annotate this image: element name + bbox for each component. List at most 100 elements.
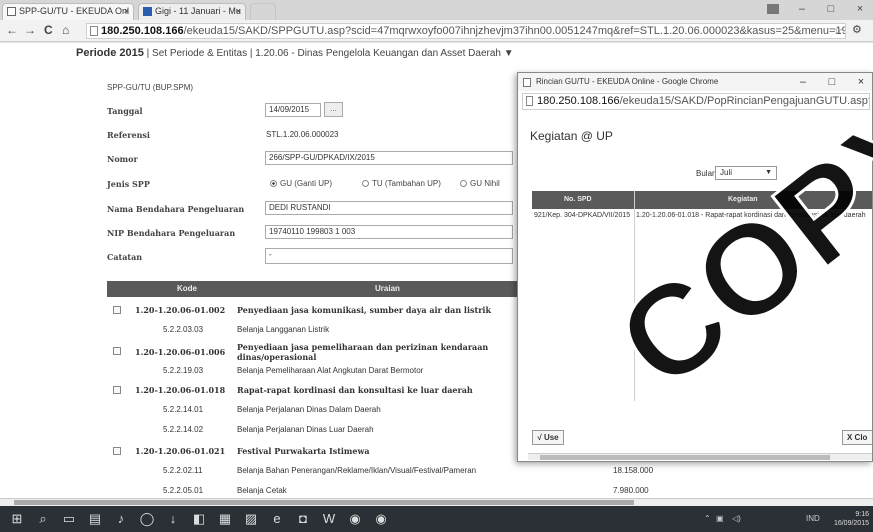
tanggal-input[interactable]: 14/09/2015: [265, 103, 321, 117]
start-windows-icon[interactable]: ⊞: [8, 510, 26, 528]
app-icon[interactable]: ▤: [86, 510, 104, 528]
app-icon[interactable]: ♪: [112, 510, 130, 528]
word-icon[interactable]: W: [320, 510, 338, 528]
row-checkbox[interactable]: [113, 347, 121, 355]
task-view-icon[interactable]: ▭: [60, 510, 78, 528]
edge-icon[interactable]: e: [268, 510, 286, 528]
row-checkbox[interactable]: [113, 386, 121, 394]
radio-tu[interactable]: TU (Tambahan UP): [362, 179, 441, 188]
popup-url-field[interactable]: 180.250.108.166/ekeuda15/SAKD/PopRincian…: [522, 93, 870, 110]
close-window-button[interactable]: ×: [847, 0, 873, 18]
popup-window-controls: – □ ×: [790, 73, 872, 91]
volume-icon[interactable]: ◁): [732, 514, 741, 523]
new-tab-button[interactable]: [250, 3, 276, 20]
store-icon[interactable]: ◘: [294, 510, 312, 528]
row-kode: 5.2.2.14.01: [163, 405, 204, 414]
row-kode: 5.2.2.03.03: [163, 325, 204, 334]
minimize-button[interactable]: –: [789, 0, 815, 18]
page-icon: [90, 26, 98, 36]
chrome-icon[interactable]: ◉: [372, 510, 390, 528]
row-uraian: Belanja Pemeliharaan Alat Angkutan Darat…: [237, 366, 424, 375]
row-kegiatan: 1.20-1.20.06-01.018 - Rapat-rapat kordin…: [636, 212, 866, 219]
tab-close-icon[interactable]: ×: [236, 4, 241, 19]
row-kode: 5.2.2.14.02: [163, 425, 204, 434]
popup-close-button[interactable]: ×: [848, 73, 872, 91]
catatan-label: Catatan: [107, 252, 143, 262]
row-kode: 1.20-1.20.06-01.006: [135, 347, 226, 357]
settings-icon[interactable]: ⚙: [852, 23, 862, 37]
page-favicon-icon: [523, 78, 531, 87]
forward-arrow-icon[interactable]: →: [24, 23, 36, 37]
user-profile-icon[interactable]: [760, 0, 786, 18]
radio-gu[interactable]: GU (Ganti UP): [270, 179, 332, 188]
app-icon[interactable]: ↓: [164, 510, 182, 528]
search-icon[interactable]: ⌕: [34, 510, 52, 528]
popup-horizontal-scrollbar[interactable]: [528, 453, 872, 460]
nip-input[interactable]: 19740110 199803 1 003: [265, 225, 513, 239]
row-checkbox[interactable]: [113, 447, 121, 455]
radio-gu-nihil[interactable]: GU Nihil: [460, 179, 500, 188]
app-icon[interactable]: ◧: [190, 510, 208, 528]
period-bar[interactable]: Periode 2015 | Set Periode & Entitas | 1…: [76, 47, 514, 59]
radio-gu-nihil-label: GU Nihil: [470, 179, 500, 188]
popup-title-bar[interactable]: Rincian GU/TU - EKEUDA Online - Google C…: [518, 73, 872, 91]
home-icon[interactable]: ⌂: [62, 23, 69, 37]
row-kode: 5.2.2.02.11: [163, 466, 203, 475]
catatan-input[interactable]: -: [265, 248, 513, 264]
use-button[interactable]: √ Use: [532, 430, 564, 445]
bendahara-input[interactable]: DEDI RUSTANDI: [265, 201, 513, 215]
network-icon[interactable]: ▣: [716, 514, 724, 523]
row-uraian: Belanja Langganan Listrik: [237, 325, 330, 334]
row-kode: 1.20-1.20.06-01.021: [135, 446, 226, 456]
chevron-down-icon: ▼: [765, 169, 772, 176]
url-field[interactable]: 180.250.108.166/ekeuda15/SAKD/SPPGUTU.as…: [86, 23, 846, 39]
tanggal-label: Tanggal: [107, 106, 143, 116]
tab-close-icon[interactable]: ×: [124, 4, 129, 19]
app-icon[interactable]: ▦: [216, 510, 234, 528]
table-header: Kode Uraian: [107, 281, 527, 297]
header-kode: Kode: [177, 284, 197, 293]
reload-icon[interactable]: C: [44, 23, 53, 37]
tray-chevron-icon[interactable]: ⌃: [704, 514, 711, 523]
popup-title: Rincian GU/TU - EKEUDA Online - Google C…: [536, 77, 719, 86]
popup-maximize-button[interactable]: □: [819, 73, 845, 91]
chrome-icon[interactable]: ◉: [346, 510, 364, 528]
tab-label: SPP-GU/TU - EKEUDA Onl: [19, 6, 130, 16]
page-favicon-icon: [7, 7, 16, 16]
scrollbar-thumb[interactable]: [14, 500, 634, 505]
bulan-select[interactable]: Juli ▼: [715, 166, 777, 180]
browser-tab-active[interactable]: SPP-GU/TU - EKEUDA Onl ×: [2, 3, 134, 20]
popup-window: Rincian GU/TU - EKEUDA Online - Google C…: [517, 72, 873, 462]
referensi-label: Referensi: [107, 130, 150, 140]
row-uraian: Festival Purwakarta Istimewa: [237, 446, 370, 456]
form-title: SPP-GU/TU (BUP.SPM): [107, 83, 194, 92]
bendahara-label: Nama Bendahara Pengeluaran: [107, 204, 245, 214]
app-icon[interactable]: ◯: [138, 510, 156, 528]
clock-date: 16/09/2015: [833, 520, 869, 527]
calendar-button[interactable]: ...: [324, 102, 343, 117]
row-kode: 5.2.2.19.03: [163, 366, 204, 375]
bulan-value: Juli: [720, 168, 733, 177]
row-kode: 5.2.2.05.01: [163, 486, 204, 495]
header-kegiatan: Kegiatan: [728, 196, 758, 203]
app-icon[interactable]: ▨: [242, 510, 260, 528]
browser-tab[interactable]: Gigi - 11 Januari - Mu ×: [138, 3, 246, 20]
clock[interactable]: 9:16 16/09/2015: [834, 510, 869, 528]
row-uraian: Rapat-rapat kordinasi dan konsultasi ke …: [237, 385, 473, 395]
row-checkbox[interactable]: [113, 306, 121, 314]
nomor-input[interactable]: 266/SPP-GU/DPKAD/IX/2015: [265, 151, 513, 165]
back-arrow-icon[interactable]: ←: [6, 23, 18, 37]
row-uraian: Penyediaan jasa komunikasi, sumber daya …: [237, 305, 491, 315]
period-details: | Set Periode & Entitas | 1.20.06 - Dina…: [143, 48, 514, 59]
row-uraian: Penyediaan jasa pemeliharaan dan perizin…: [237, 342, 489, 362]
window-controls: – □ ×: [760, 0, 873, 20]
scrollbar-thumb[interactable]: [540, 455, 830, 460]
page-horizontal-scrollbar[interactable]: [0, 498, 873, 506]
close-button[interactable]: X Clo: [842, 430, 872, 445]
maximize-button[interactable]: □: [818, 0, 844, 18]
referensi-value: STL.1.20.06.000023: [266, 130, 339, 139]
popup-minimize-button[interactable]: –: [790, 73, 816, 91]
bookmark-star-icon[interactable]: ☆: [833, 24, 843, 38]
popup-url-path: /ekeuda15/SAKD/PopRincianPengajuanGUTU.a…: [619, 95, 869, 107]
language-indicator[interactable]: IND: [806, 514, 820, 523]
